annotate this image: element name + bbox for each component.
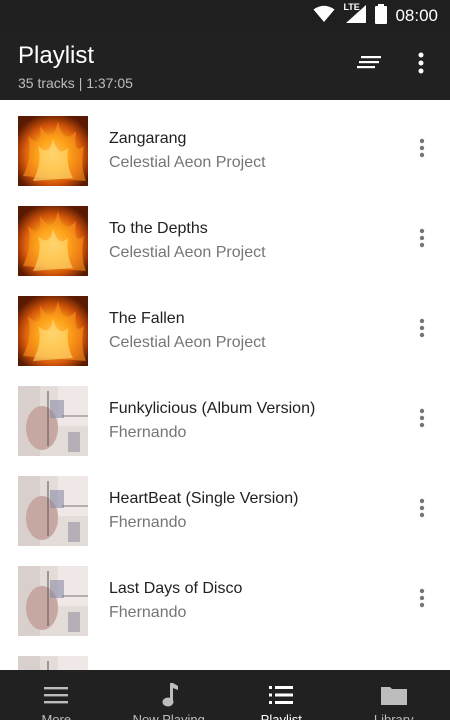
track-menu-button[interactable] (410, 588, 434, 612)
menu-icon (43, 684, 69, 706)
folder-icon (380, 684, 407, 706)
network-type-label: LTE (343, 1, 360, 12)
track-list[interactable]: Zangarang Celestial Aeon Project To the De… (0, 100, 450, 670)
playlist-summary: 35 tracks | 1:37:05 (18, 75, 133, 91)
sort-icon (357, 55, 381, 76)
more-vert-icon (419, 408, 425, 433)
track-row[interactable]: To the Depths Celestial Aeon Project (0, 190, 450, 280)
sort-button[interactable] (352, 50, 386, 80)
battery-icon (375, 3, 388, 29)
track-row[interactable]: HeartBeat (Single Version) Fhernando (0, 460, 450, 550)
overflow-menu-button[interactable] (404, 50, 438, 80)
track-artist: Celestial Aeon Project (109, 334, 266, 351)
track-artist: Fhernando (109, 424, 187, 441)
track-row[interactable]: Last Days of Disco Fhernando (0, 550, 450, 640)
list-icon (268, 684, 294, 706)
track-menu-button[interactable] (410, 228, 434, 252)
track-menu-button[interactable] (410, 498, 434, 522)
more-vert-icon (419, 588, 425, 613)
nav-item-more[interactable]: More (0, 670, 113, 720)
cell-signal-icon: LTE (343, 1, 367, 29)
nav-label: More (41, 712, 72, 720)
status-bar: LTE 08:00 (0, 0, 450, 32)
page-title: Playlist (18, 42, 95, 69)
track-row[interactable]: The Fallen Celestial Aeon Project (0, 280, 450, 370)
album-art (18, 206, 88, 276)
track-title: HeartBeat (Single Version) (109, 490, 299, 507)
status-time: 08:00 (395, 6, 438, 25)
more-vert-icon (419, 138, 425, 163)
nav-item-now-playing[interactable]: Now Playing (113, 670, 226, 720)
app-bar: Playlist 35 tracks | 1:37:05 (0, 32, 450, 100)
status-icons: LTE 08:00 (313, 1, 438, 29)
track-artist: Fhernando (109, 604, 187, 621)
more-vert-icon (419, 318, 425, 343)
track-menu-button[interactable] (410, 138, 434, 162)
track-artist: Celestial Aeon Project (109, 244, 266, 261)
album-art (18, 116, 88, 186)
more-vert-icon (419, 498, 425, 523)
nav-label: Playlist (260, 712, 302, 720)
track-row[interactable]: Zangarang Celestial Aeon Project (0, 100, 450, 190)
track-artist: Fhernando (109, 514, 187, 531)
track-row[interactable]: Funkylicious (Album Version) Fhernando (0, 370, 450, 460)
track-row[interactable] (0, 640, 450, 670)
more-vert-icon (418, 52, 424, 79)
track-menu-button[interactable] (410, 408, 434, 432)
track-title: The Fallen (109, 310, 185, 327)
track-title: Last Days of Disco (109, 580, 243, 597)
album-art (18, 566, 88, 636)
album-art (18, 476, 88, 546)
album-art (18, 386, 88, 456)
nav-label: Library (373, 712, 414, 720)
music-note-icon (156, 683, 182, 707)
nav-item-library[interactable]: Library (338, 670, 450, 720)
track-title: To the Depths (109, 220, 208, 237)
album-art (18, 656, 88, 670)
nav-label: Now Playing (132, 712, 205, 720)
track-title: Funkylicious (Album Version) (109, 400, 316, 417)
more-vert-icon (419, 228, 425, 253)
track-title: Zangarang (109, 130, 187, 147)
album-art (18, 296, 88, 366)
nav-item-playlist[interactable]: Playlist (225, 670, 338, 720)
track-menu-button[interactable] (410, 318, 434, 342)
track-artist: Celestial Aeon Project (109, 154, 266, 171)
wifi-icon (313, 5, 335, 28)
bottom-navigation: More Now Playing Playlist Library (0, 670, 450, 720)
